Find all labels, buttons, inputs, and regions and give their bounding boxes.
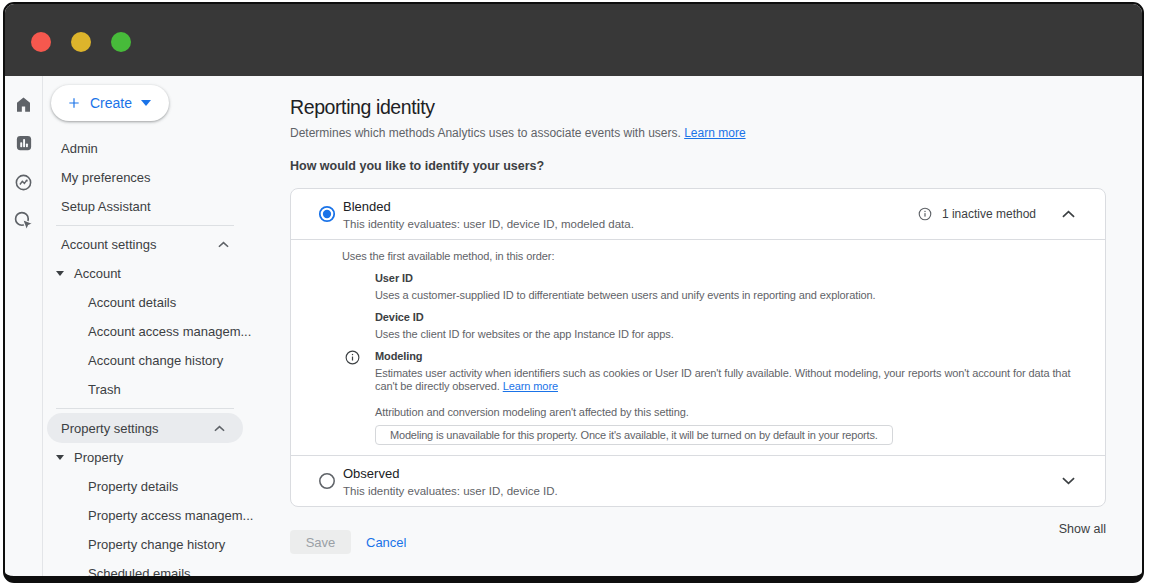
section-account-settings[interactable]: Account settings bbox=[43, 230, 269, 259]
plus-icon bbox=[67, 96, 81, 110]
explore-icon[interactable] bbox=[14, 172, 34, 192]
sidebar-divider bbox=[56, 225, 234, 226]
caret-down-icon bbox=[141, 100, 151, 106]
sidebar-item-admin[interactable]: Admin bbox=[43, 134, 269, 163]
close-window-button[interactable] bbox=[31, 32, 51, 52]
learn-more-link[interactable]: Learn more bbox=[684, 126, 745, 140]
arrow-drop-down-icon bbox=[56, 455, 64, 460]
section-property-settings[interactable]: Property settings bbox=[47, 413, 243, 443]
admin-sidebar: Create Admin My preferences Setup Assist… bbox=[43, 76, 269, 576]
method-user-id: User ID Uses a customer-supplied ID to d… bbox=[375, 272, 1089, 302]
method-device-id: Device ID Uses the client ID for website… bbox=[375, 311, 1089, 341]
chevron-up-icon bbox=[218, 241, 229, 248]
inactive-method-badge: 1 inactive method bbox=[942, 207, 1036, 221]
blended-details-panel: Uses the first available method, in this… bbox=[291, 240, 1105, 455]
observed-description: This identity evaluates: user ID, device… bbox=[343, 485, 1062, 497]
sidebar-item-setup-assistant[interactable]: Setup Assistant bbox=[43, 192, 269, 221]
app-body: Create Admin My preferences Setup Assist… bbox=[5, 76, 1142, 576]
methods-intro: Uses the first available method, in this… bbox=[342, 250, 1089, 263]
app-window: Create Admin My preferences Setup Assist… bbox=[3, 2, 1144, 583]
reporting-identity-card: Blended This identity evaluates: user ID… bbox=[290, 188, 1106, 507]
reports-icon[interactable] bbox=[14, 133, 34, 153]
chevron-up-icon bbox=[214, 425, 225, 432]
method-modeling: Modeling Estimates user activity when id… bbox=[375, 350, 1089, 393]
modeling-status-box: Modeling is unavailable for this propert… bbox=[375, 425, 893, 445]
radio-selected-icon[interactable] bbox=[318, 205, 336, 223]
modeling-description: Estimates user activity when identifiers… bbox=[375, 367, 1080, 393]
cancel-button[interactable]: Cancel bbox=[366, 535, 406, 550]
sidebar-item-property-access-management[interactable]: Property access managem... bbox=[43, 501, 269, 530]
modeling-note: Attribution and conversion modeling aren… bbox=[375, 406, 1089, 419]
page-subtitle: Determines which methods Analytics uses … bbox=[290, 126, 1142, 140]
group-account[interactable]: Account bbox=[43, 259, 269, 288]
save-button[interactable]: Save bbox=[290, 530, 351, 554]
advertising-icon[interactable] bbox=[14, 211, 34, 231]
info-icon bbox=[345, 350, 360, 368]
create-button-label: Create bbox=[90, 95, 132, 111]
group-property[interactable]: Property bbox=[43, 443, 269, 472]
option-observed[interactable]: Observed This identity evaluates: user I… bbox=[291, 456, 1105, 506]
learn-more-link[interactable]: Learn more bbox=[503, 380, 558, 392]
sidebar-item-property-change-history[interactable]: Property change history bbox=[43, 530, 269, 559]
sidebar-item-my-preferences[interactable]: My preferences bbox=[43, 163, 269, 192]
sidebar-item-scheduled-emails[interactable]: Scheduled emails bbox=[43, 559, 269, 583]
chevron-down-icon[interactable] bbox=[1062, 477, 1075, 485]
arrow-drop-down-icon bbox=[56, 271, 64, 276]
window-titlebar bbox=[5, 4, 1142, 76]
fullscreen-window-button[interactable] bbox=[111, 32, 131, 52]
sidebar-item-account-details[interactable]: Account details bbox=[43, 288, 269, 317]
sidebar-item-account-change-history[interactable]: Account change history bbox=[43, 346, 269, 375]
show-all-link[interactable]: Show all bbox=[1059, 522, 1106, 536]
radio-unselected-icon[interactable] bbox=[318, 472, 336, 490]
chevron-up-icon[interactable] bbox=[1062, 210, 1075, 218]
info-icon bbox=[918, 207, 932, 221]
icon-rail bbox=[5, 76, 43, 576]
home-icon[interactable] bbox=[14, 94, 34, 114]
page-title: Reporting identity bbox=[290, 96, 1142, 119]
form-footer: Save Cancel Show all bbox=[290, 507, 1106, 567]
sidebar-item-trash[interactable]: Trash bbox=[43, 375, 269, 404]
option-blended[interactable]: Blended This identity evaluates: user ID… bbox=[291, 189, 1105, 239]
main-content: Reporting identity Determines which meth… bbox=[269, 76, 1142, 576]
sidebar-item-property-details[interactable]: Property details bbox=[43, 472, 269, 501]
minimize-window-button[interactable] bbox=[71, 32, 91, 52]
identify-users-question: How would you like to identify your user… bbox=[290, 159, 1142, 173]
blended-label: Blended bbox=[343, 199, 918, 214]
observed-label: Observed bbox=[343, 466, 1062, 481]
blended-description: This identity evaluates: user ID, device… bbox=[343, 218, 918, 230]
sidebar-item-account-access-management[interactable]: Account access managem... bbox=[43, 317, 269, 346]
sidebar-divider bbox=[56, 408, 234, 409]
create-button[interactable]: Create bbox=[51, 85, 169, 121]
